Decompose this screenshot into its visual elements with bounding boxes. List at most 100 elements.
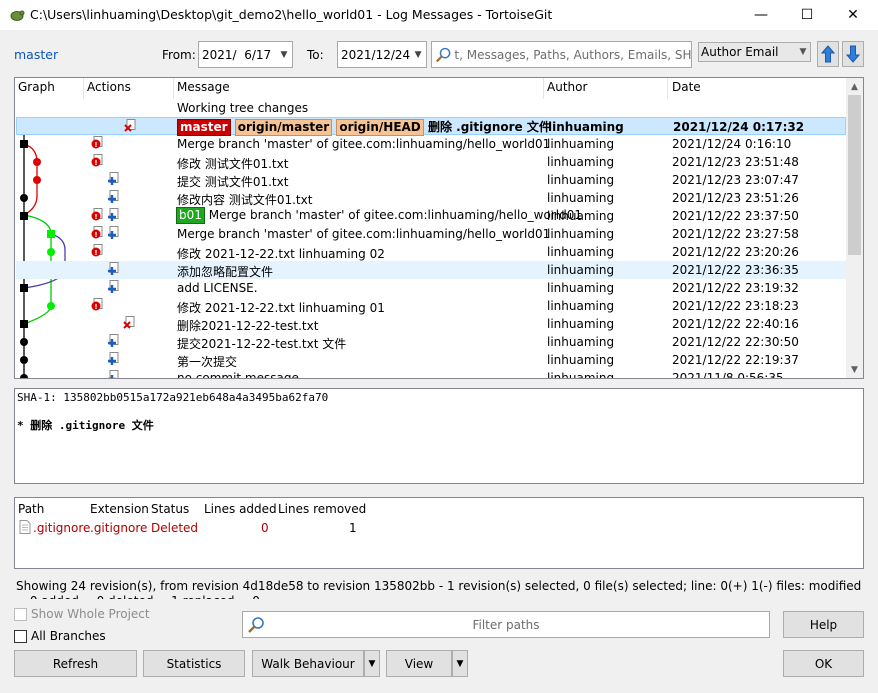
previous-match-button[interactable] — [817, 41, 839, 67]
list-item[interactable]: 第一次提交 linhuaming 2021/12/22 22:19:37 — [16, 351, 846, 369]
row-author: linhuaming — [547, 371, 615, 379]
column-header-status[interactable]: Status — [151, 502, 189, 516]
column-header-message[interactable]: Message — [177, 80, 230, 100]
chevron-down-icon: ▼ — [368, 658, 376, 669]
list-item[interactable]: 删除2021-12-22-test.txt linhuaming 2021/12… — [16, 315, 846, 333]
changed-files-list[interactable]: Path Extension Status Lines added Lines … — [14, 497, 864, 569]
list-item[interactable]: 添加忽略配置文件 linhuaming 2021/12/22 23:36:35 — [16, 261, 846, 279]
show-whole-project-checkbox[interactable]: Show Whole Project — [14, 607, 150, 621]
column-header-lines-added[interactable]: Lines added — [204, 502, 277, 516]
file-lines-added: 0 — [261, 521, 269, 535]
maximize-button[interactable]: ☐ — [784, 0, 830, 30]
svg-text:!: ! — [94, 249, 97, 257]
chevron-down-icon: ▼ — [456, 658, 464, 669]
column-header-date[interactable]: Date — [672, 80, 701, 100]
row-author: linhuaming — [547, 263, 615, 277]
arrow-down-icon — [846, 45, 860, 63]
tortoisegit-icon — [10, 10, 25, 21]
row-author: linhuaming — [547, 155, 615, 169]
walk-behaviour-dropdown[interactable]: ▼ — [364, 650, 380, 677]
list-item[interactable]: 修改内容 测试文件01.txt linhuaming 2021/12/23 23… — [16, 189, 846, 207]
row-message: 删除 .gitignore 文件 — [427, 120, 551, 134]
svg-text:!: ! — [94, 303, 97, 311]
all-branches-checkbox[interactable]: All Branches — [14, 629, 106, 643]
row-date: 2021/12/22 22:40:16 — [672, 317, 799, 331]
row-message: 第一次提交 — [177, 355, 238, 369]
row-date: 2021/12/22 23:27:58 — [672, 227, 799, 241]
row-date: 2021/12/24 0:16:10 — [672, 137, 792, 151]
list-item[interactable]: ! Merge branch 'master' of gitee.com:lin… — [16, 225, 846, 243]
filter-paths-input[interactable]: Filter paths — [242, 611, 770, 638]
added-icon — [108, 280, 119, 293]
column-header-author[interactable]: Author — [547, 80, 587, 100]
to-label: To: — [307, 48, 324, 62]
filter-paths-placeholder: Filter paths — [472, 618, 540, 632]
ok-button[interactable]: OK — [783, 650, 864, 677]
branch-tag: origin/master — [234, 119, 333, 136]
vertical-scrollbar[interactable]: ▲ ▼ — [846, 78, 863, 378]
filter-field-combo[interactable]: Author Email ▼ — [698, 42, 811, 62]
column-header-actions[interactable]: Actions — [87, 80, 131, 100]
search-input[interactable]: t, Messages, Paths, Authors, Emails, SHA… — [431, 41, 692, 68]
column-header-lines-removed[interactable]: Lines removed — [278, 502, 366, 516]
from-date-picker[interactable]: 2021/ 6/17 ▼ — [198, 41, 293, 68]
help-button[interactable]: Help — [783, 611, 864, 638]
row-date: 2021/12/23 23:07:47 — [672, 173, 799, 187]
walk-behaviour-button[interactable]: Walk Behaviour — [252, 650, 364, 677]
chevron-down-icon: ▼ — [799, 47, 807, 57]
row-author: linhuaming — [547, 335, 615, 349]
row-author: linhuaming — [547, 173, 615, 187]
list-item[interactable]: ! 修改 2021-12-22.txt linhuaming 01 linhua… — [16, 297, 846, 315]
row-date: 2021/12/22 22:19:37 — [672, 353, 799, 367]
row-date: 2021/12/22 23:18:23 — [672, 299, 799, 313]
view-dropdown[interactable]: ▼ — [452, 650, 468, 677]
list-item[interactable]: 提交2021-12-22-test.txt 文件 linhuaming 2021… — [16, 333, 846, 351]
list-item[interactable]: ! 修改 测试文件01.txt linhuaming 2021/12/23 23… — [16, 153, 846, 171]
branch-link[interactable]: master — [14, 47, 58, 62]
file-extension: .gitignore — [90, 521, 148, 535]
scroll-thumb[interactable] — [848, 95, 861, 255]
column-header-extension[interactable]: Extension — [90, 502, 149, 516]
row-author: linhuaming — [547, 137, 615, 151]
commit-message: * 删除 .gitignore 文件 — [17, 419, 154, 432]
list-item[interactable]: add LICENSE. linhuaming 2021/12/22 23:19… — [16, 279, 846, 297]
chevron-down-icon: ▼ — [280, 49, 288, 60]
conflict-icon: ! — [91, 208, 103, 221]
added-icon — [108, 208, 119, 221]
from-date-value: 2021/ 6/17 — [202, 47, 272, 62]
close-button[interactable]: ✕ — [830, 0, 876, 30]
scroll-up-icon[interactable]: ▲ — [846, 78, 863, 95]
view-button[interactable]: View — [386, 650, 452, 677]
minimize-button[interactable]: — — [738, 0, 784, 30]
column-header-path[interactable]: Path — [18, 502, 44, 516]
scroll-down-icon[interactable]: ▼ — [846, 361, 863, 378]
list-item[interactable]: ! b01 Merge branch 'master' of gitee.com… — [16, 207, 846, 225]
row-date: 2021/11/8 0:56:35 — [672, 371, 784, 379]
row-author: linhuaming — [547, 281, 615, 295]
conflict-icon: ! — [91, 244, 103, 257]
row-message: Working tree changes — [177, 101, 309, 115]
status-text: Showing 24 revision(s), from revision 4d… — [16, 579, 862, 599]
file-path[interactable]: .gitignore — [33, 521, 90, 535]
list-item[interactable]: Working tree changes — [16, 99, 846, 117]
row-author: linhuaming — [547, 245, 615, 259]
chevron-down-icon: ▼ — [414, 49, 422, 60]
commit-message-pane[interactable]: SHA-1: 135802bb0515a172a921eb648a4a3495b… — [14, 388, 864, 484]
to-date-picker[interactable]: 2021/12/24 ▼ — [337, 41, 427, 68]
next-match-button[interactable] — [842, 41, 864, 67]
statistics-button[interactable]: Statistics — [143, 650, 245, 677]
list-item[interactable]: master origin/master origin/HEAD 删除 .git… — [16, 117, 846, 136]
svg-text:!: ! — [94, 213, 97, 221]
list-item[interactable]: no commit message linhuaming 2021/11/8 0… — [16, 369, 846, 379]
added-icon — [108, 262, 119, 275]
refresh-button[interactable]: Refresh — [14, 650, 137, 677]
list-item[interactable]: ! Merge branch 'master' of gitee.com:lin… — [16, 135, 846, 153]
row-message: 修改内容 测试文件01.txt — [177, 193, 313, 207]
window-title: C:\Users\linhuaming\Desktop\git_demo2\he… — [30, 7, 553, 22]
row-author: linhuaming — [547, 317, 615, 331]
row-date: 2021/12/22 23:19:32 — [672, 281, 799, 295]
added-icon — [108, 370, 119, 378]
revision-list[interactable]: Graph Actions Message Author Date Workin… — [14, 77, 864, 379]
list-item[interactable]: ! 修改 2021-12-22.txt linhuaming 02 linhua… — [16, 243, 846, 261]
list-item[interactable]: 提交 测试文件01.txt linhuaming 2021/12/23 23:0… — [16, 171, 846, 189]
